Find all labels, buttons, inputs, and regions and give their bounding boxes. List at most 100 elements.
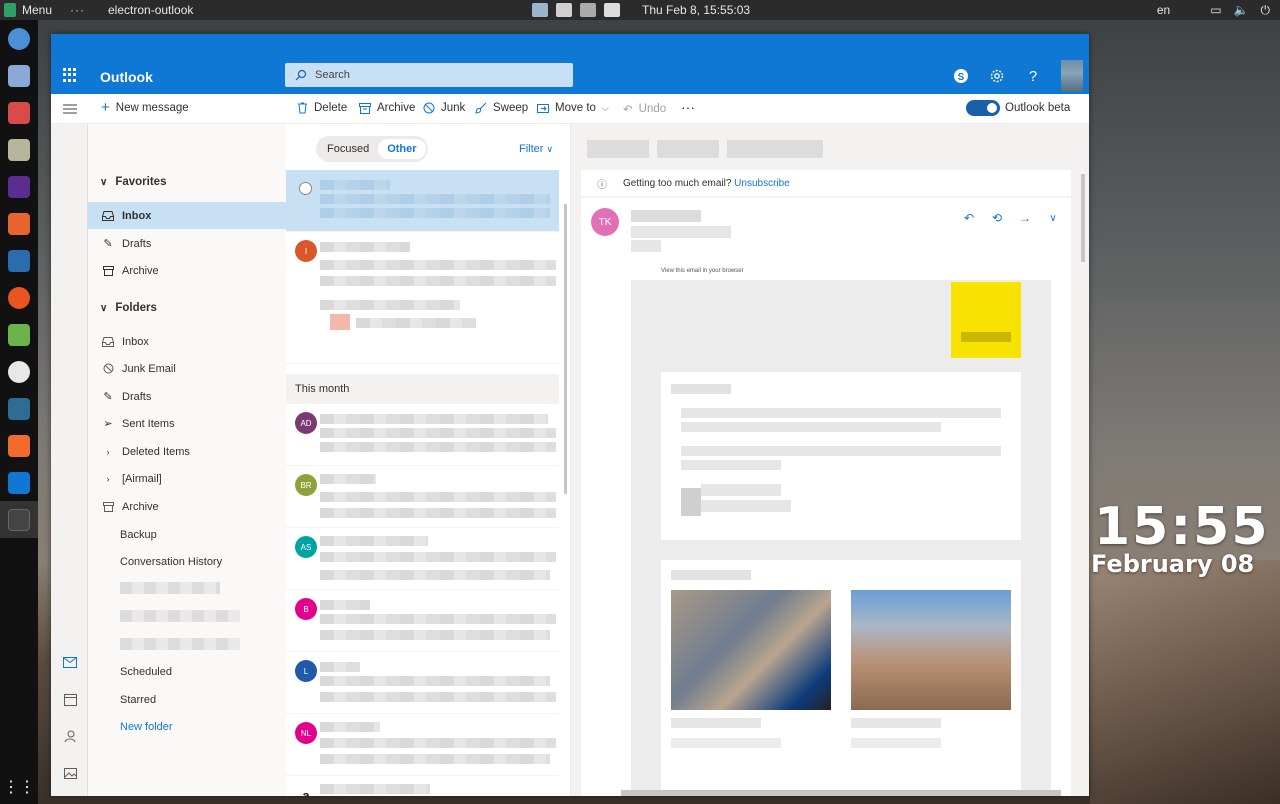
- tab-focused[interactable]: Focused: [318, 139, 378, 159]
- folder-label: [Airmail]: [122, 472, 162, 485]
- reading-pane-scrollbar[interactable]: [1081, 174, 1085, 262]
- reply-all-icon[interactable]: ⟲: [989, 210, 1005, 226]
- image-tray-icon[interactable]: [580, 3, 596, 17]
- outlook-tray-icon[interactable]: [532, 3, 548, 17]
- redacted-folder[interactable]: [120, 610, 240, 622]
- dock-slack[interactable]: [0, 316, 38, 353]
- help-icon[interactable]: ?: [1023, 66, 1043, 86]
- brand-title[interactable]: Outlook: [100, 69, 153, 85]
- hamburger-icon[interactable]: [63, 103, 77, 115]
- folder-sent[interactable]: ➢ Sent Items: [88, 410, 286, 437]
- photos-icon[interactable]: [62, 765, 78, 781]
- outlook-beta-toggle[interactable]: [966, 100, 1000, 116]
- dock-ubuntu[interactable]: [0, 279, 38, 316]
- redacted-folder[interactable]: [120, 638, 240, 650]
- junk-button[interactable]: Junk: [423, 102, 465, 114]
- favorite-drafts[interactable]: ✎ Drafts: [88, 230, 286, 257]
- message-item[interactable]: L: [286, 652, 559, 714]
- dock-vscode[interactable]: [0, 168, 38, 205]
- dock-mail[interactable]: [0, 57, 38, 94]
- dock-app-grid[interactable]: ⋮⋮: [0, 768, 38, 804]
- screen-icon[interactable]: ▭: [1210, 3, 1221, 17]
- select-radio[interactable]: [299, 182, 312, 195]
- power-icon[interactable]: ⏻: [1261, 3, 1271, 18]
- outlook-window: Outlook Search S ? + New message Delete: [51, 34, 1089, 796]
- skype-icon[interactable]: S: [951, 66, 971, 86]
- message-item[interactable]: BR: [286, 466, 559, 528]
- folder-airmail[interactable]: › [Airmail]: [88, 465, 286, 492]
- gear-icon[interactable]: [987, 66, 1007, 86]
- sender-name-redacted: [631, 210, 701, 222]
- calendar-icon[interactable]: [62, 691, 78, 707]
- dock-chromium[interactable]: [0, 20, 38, 57]
- folder-archive[interactable]: Archive: [88, 493, 286, 520]
- dock-outlook[interactable]: [0, 464, 38, 501]
- mail-icon[interactable]: [62, 654, 78, 670]
- dock-app-red[interactable]: [0, 94, 38, 131]
- folder-conversation-history[interactable]: Conversation History: [88, 548, 286, 575]
- view-in-browser-link[interactable]: View this email in your browser: [661, 268, 744, 274]
- archive-button[interactable]: Archive: [359, 102, 415, 114]
- settings-tray-icon[interactable]: [604, 3, 620, 17]
- reply-icon[interactable]: ↶: [961, 210, 977, 226]
- message-item[interactable]: I: [286, 232, 559, 364]
- dock-wechat[interactable]: [0, 353, 38, 390]
- folder-label: Deleted Items: [122, 445, 190, 458]
- chevron-down-icon[interactable]: ∨: [1045, 210, 1061, 226]
- dock-code[interactable]: [0, 242, 38, 279]
- dock-screen[interactable]: [0, 390, 38, 427]
- favorite-inbox[interactable]: Inbox: [88, 202, 286, 229]
- tab-other[interactable]: Other: [378, 139, 426, 159]
- move-icon: [537, 103, 549, 113]
- avatar: NL: [295, 722, 317, 744]
- sweep-button[interactable]: Sweep: [475, 102, 528, 114]
- message-item[interactable]: AS: [286, 528, 559, 590]
- new-message-button[interactable]: + New message: [101, 100, 189, 115]
- undo-button[interactable]: ↶ Undo: [623, 102, 666, 116]
- forward-icon[interactable]: →: [1017, 210, 1033, 226]
- panel-clock[interactable]: Thu Feb 8, 15:55:03: [642, 3, 842, 17]
- folder-junk[interactable]: Junk Email: [88, 355, 286, 382]
- folder-backup[interactable]: Backup: [88, 521, 286, 548]
- menu-button[interactable]: Menu ···: [0, 3, 100, 17]
- delete-button[interactable]: Delete: [297, 102, 347, 114]
- favorites-header[interactable]: ∨ Favorites: [100, 176, 166, 188]
- folder-starred[interactable]: Starred: [88, 686, 286, 713]
- folder-scheduled[interactable]: Scheduled: [88, 658, 286, 685]
- orange-app-icon: [8, 434, 30, 457]
- volume-icon[interactable]: 🔈: [1234, 3, 1249, 17]
- more-actions-button[interactable]: ···: [681, 99, 695, 115]
- message-item[interactable]: NL: [286, 714, 559, 776]
- language-indicator[interactable]: en: [1157, 3, 1170, 17]
- folder-deleted[interactable]: › Deleted Items: [88, 438, 286, 465]
- people-icon[interactable]: [62, 728, 78, 744]
- wechat-tray-icon[interactable]: [556, 3, 572, 17]
- folders-header[interactable]: ∨ Folders: [100, 302, 157, 314]
- panel-dots[interactable]: ···: [70, 3, 85, 17]
- message-item[interactable]: B: [286, 590, 559, 652]
- chevron-right-icon[interactable]: ›: [102, 473, 114, 485]
- move-to-button[interactable]: Move to ⌵: [537, 102, 609, 114]
- favorite-archive[interactable]: Archive: [88, 257, 286, 284]
- intellij-icon: [8, 212, 30, 235]
- message-item[interactable]: AD: [286, 404, 559, 466]
- message-item[interactable]: a: [286, 776, 559, 796]
- user-avatar[interactable]: [1061, 60, 1083, 92]
- new-folder-link[interactable]: New folder: [88, 713, 286, 740]
- newsletter-logo: [951, 282, 1021, 358]
- filter-button[interactable]: Filter ∨: [519, 143, 553, 155]
- dock-window[interactable]: [0, 501, 38, 538]
- message-list-scrollbar[interactable]: [564, 204, 567, 494]
- dock-intellij[interactable]: [0, 205, 38, 242]
- message-item[interactable]: [286, 170, 559, 232]
- app-launcher-icon[interactable]: [63, 68, 77, 82]
- folder-inbox[interactable]: Inbox: [88, 328, 286, 355]
- dock-files[interactable]: [0, 131, 38, 168]
- redacted-folder[interactable]: [120, 582, 220, 594]
- unsubscribe-link[interactable]: Unsubscribe: [734, 178, 790, 189]
- chevron-right-icon[interactable]: ›: [102, 446, 114, 458]
- reading-pane-hscrollbar[interactable]: [621, 790, 1061, 796]
- search-box[interactable]: Search: [285, 63, 573, 87]
- folder-drafts[interactable]: ✎ Drafts: [88, 383, 286, 410]
- dock-postman[interactable]: [0, 427, 38, 464]
